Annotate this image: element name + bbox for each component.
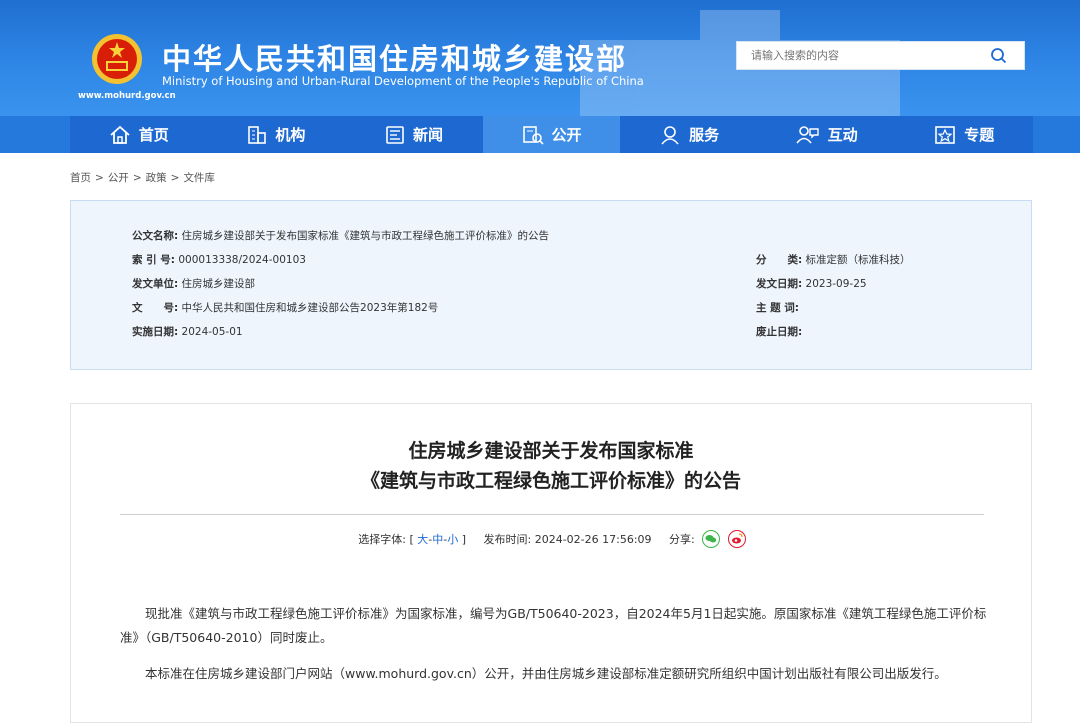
nav-item-home[interactable]: 首页 (70, 116, 208, 153)
font-size-medium-link[interactable]: 中 (432, 533, 443, 546)
info-value: 2023-09-25 (805, 278, 867, 290)
article-meta: 选择字体: [ 大-中-小 ] 发布时间: 2024-02-26 17:56:0… (71, 530, 1033, 549)
article-panel: 住房城乡建设部关于发布国家标准 《建筑与市政工程绿色施工评价标准》的公告 选择字… (70, 403, 1032, 723)
font-bracket-close: ] (461, 533, 467, 546)
article-paragraph: 现批准《建筑与市政工程绿色施工评价标准》为国家标准，编号为GB/T50640-2… (120, 606, 987, 645)
info-key: 主 题 词: (756, 302, 800, 314)
nav-label-interact: 互动 (827, 126, 858, 144)
nav-item-interact[interactable]: 互动 (758, 116, 896, 153)
info-doc-title: 公文名称: 住房城乡建设部关于发布国家标准《建筑与市政工程绿色施工评价标准》的公… (132, 228, 549, 243)
article-body: 现批准《建筑与市政工程绿色施工评价标准》为国家标准，编号为GB/T50640-2… (120, 602, 988, 698)
site-title: 中华人民共和国住房和城乡建设部 (162, 42, 628, 76)
breadcrumb-open[interactable]: 公开 (108, 172, 129, 184)
info-value: 000013338/2024-00103 (178, 254, 306, 266)
wechat-share-icon[interactable] (702, 530, 721, 548)
breadcrumb: 首页 > 公开 > 政策 > 文件库 (70, 170, 215, 185)
nav-item-org[interactable]: 机构 (208, 116, 346, 153)
info-issue-date: 发文日期: 2023-09-25 (756, 276, 867, 291)
nav-item-topic[interactable]: 专题 (895, 116, 1033, 153)
nav-label-news: 新闻 (412, 126, 443, 144)
nav-label-topic: 专题 (964, 126, 995, 144)
breadcrumb-home[interactable]: 首页 (70, 172, 91, 184)
breadcrumb-separator: > (132, 172, 142, 184)
nav-label-home: 首页 (138, 126, 169, 144)
topic-icon (935, 125, 956, 144)
nav-item-open[interactable]: 公开 (482, 116, 621, 153)
breadcrumb-separator: > (170, 172, 180, 184)
site-header: 中华人民共和国住房和城乡建设部 Ministry of Housing and … (0, 0, 1080, 116)
article-title-line1: 住房城乡建设部关于发布国家标准 (408, 440, 694, 462)
building-icon (248, 125, 267, 144)
site-subtitle: Ministry of Housing and Urban-Rural Deve… (162, 74, 644, 88)
document-info-box: 公文名称: 住房城乡建设部关于发布国家标准《建筑与市政工程绿色施工评价标准》的公… (70, 200, 1032, 370)
info-issuer: 发文单位: 住房城乡建设部 (132, 276, 255, 291)
breadcrumb-policy[interactable]: 政策 (146, 172, 167, 184)
font-bracket-open: [ (409, 533, 414, 546)
nav-label-org: 机构 (275, 126, 306, 144)
nav-bar: 首页 机构 新闻 公开 服务 互动 专题 (0, 116, 1080, 153)
info-subject: 主 题 词: (756, 300, 799, 315)
article-title-line2: 《建筑与市政工程绿色施工评价标准》的公告 (360, 470, 741, 492)
weibo-share-icon[interactable] (727, 530, 746, 548)
info-key: 废止日期: (756, 326, 803, 338)
nav-label-open: 公开 (551, 126, 582, 144)
font-size-small-link[interactable]: 小 (447, 533, 458, 546)
info-value: 住房城乡建设部关于发布国家标准《建筑与市政工程绿色施工评价标准》的公告 (181, 230, 550, 242)
wechat-icon (705, 535, 717, 543)
article-paragraph: 本标准在住房城乡建设部门户网站（www.mohurd.gov.cn）公开，并由住… (145, 666, 947, 681)
nav-item-service[interactable]: 服务 (620, 116, 758, 153)
info-key: 发文单位: (132, 278, 179, 290)
info-value: 标准定额（标准科技） (805, 254, 911, 266)
font-size-large-link[interactable]: 大 (417, 533, 428, 546)
share-label: 分享: (669, 533, 695, 546)
publish-time-value: 2024-02-26 17:56:09 (534, 533, 652, 546)
interact-icon (796, 125, 819, 144)
search-input[interactable] (749, 48, 983, 63)
font-size-label: 选择字体: (358, 533, 406, 546)
info-key: 发文日期: (756, 278, 803, 290)
main-nav: 首页 机构 新闻 公开 服务 互动 专题 (70, 116, 1033, 153)
info-value: 住房城乡建设部 (181, 278, 256, 290)
breadcrumb-separator: > (95, 172, 104, 184)
info-doc-number: 文 号: 中华人民共和国住房和城乡建设部公告2023年第182号 (132, 300, 438, 315)
weibo-icon (731, 533, 743, 544)
info-key: 公文名称: (132, 230, 179, 242)
info-category: 分 类: 标准定额（标准科技） (756, 252, 911, 267)
info-key: 文 号: (132, 302, 179, 314)
info-index: 索 引 号: 000013338/2024-00103 (132, 252, 306, 267)
home-icon (110, 125, 130, 144)
info-key: 索 引 号: (132, 254, 176, 266)
national-emblem-logo (92, 34, 142, 84)
search-icon[interactable] (990, 47, 1008, 65)
publish-time-label: 发布时间: (483, 533, 532, 546)
info-key: 分 类: (756, 254, 803, 266)
search-box (736, 41, 1025, 70)
info-key: 实施日期: (132, 326, 179, 338)
info-impl-date: 实施日期: 2024-05-01 (132, 324, 243, 339)
info-value: 2024-05-01 (181, 326, 243, 338)
article-title: 住房城乡建设部关于发布国家标准 《建筑与市政工程绿色施工评价标准》的公告 (71, 436, 1031, 496)
info-value: 中华人民共和国住房和城乡建设部公告2023年第182号 (181, 302, 439, 314)
news-icon (386, 125, 404, 144)
service-icon (661, 125, 679, 145)
breadcrumb-library[interactable]: 文件库 (183, 172, 215, 184)
open-icon (522, 125, 544, 145)
info-expire-date: 废止日期: (756, 324, 802, 339)
title-divider (120, 514, 984, 515)
nav-label-service: 服务 (689, 126, 720, 144)
site-url: www.mohurd.gov.cn (78, 91, 176, 101)
nav-item-news[interactable]: 新闻 (345, 116, 483, 153)
